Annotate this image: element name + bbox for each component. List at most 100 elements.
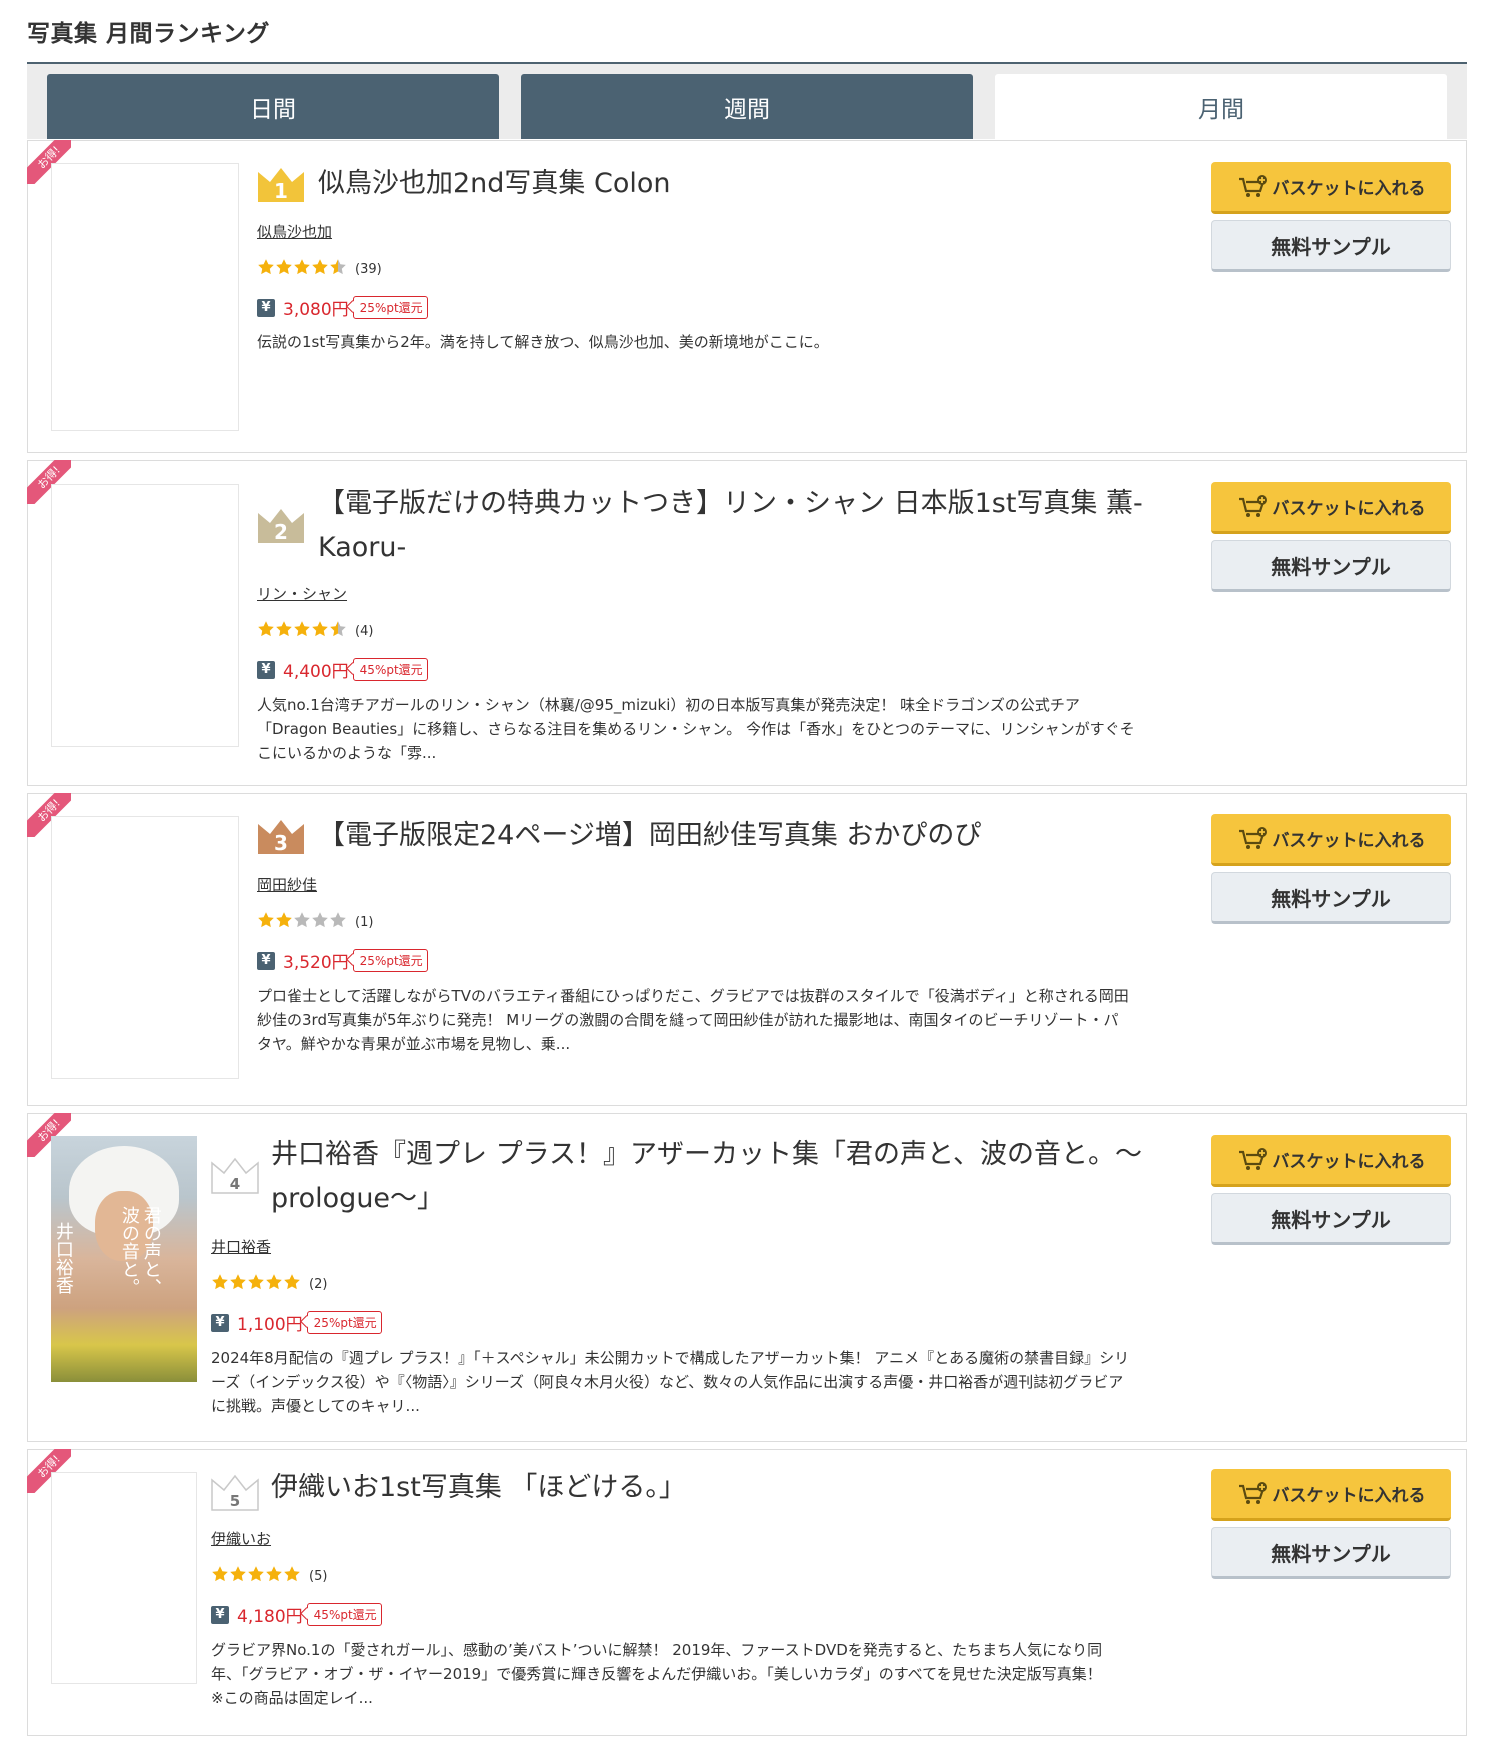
ranking-item: お得! 3 【電子版限定24ページ増】岡田紗佳写真集 おかぴのぴ 岡田紗佳 (1… (27, 793, 1467, 1106)
star-icon (266, 1566, 282, 1582)
star-icon (312, 912, 328, 928)
crown-rank-icon: 4 (210, 1155, 260, 1195)
star-icon (276, 621, 292, 637)
cart-plus-icon (1238, 1481, 1267, 1504)
star-icon (284, 1566, 300, 1582)
cart-plus-icon (1238, 174, 1267, 197)
free-sample-button[interactable]: 無料サンプル (1211, 1527, 1451, 1579)
points-badge: 45%pt還元 (352, 658, 428, 681)
item-title[interactable]: 似鳥沙也加2nd写真集 Colon (318, 162, 671, 206)
ranking-item: お得! 1 似鳥沙也加2nd写真集 Colon 似鳥沙也加 (39) ¥ 3,0… (27, 140, 1467, 453)
page-title: 写真集 月間ランキング (27, 21, 270, 47)
star-rating: (5) (211, 1565, 327, 1587)
star-icon (258, 621, 274, 637)
add-to-basket-button[interactable]: バスケットに入れる (1211, 1135, 1451, 1187)
price-row: ¥ 3,520円 25%pt還元 (257, 948, 428, 973)
points-badge: 25%pt還元 (306, 1311, 382, 1334)
yen-icon: ¥ (211, 1313, 229, 1332)
star-icon (294, 259, 310, 275)
author-link[interactable]: リン・シャン (257, 583, 347, 604)
yen-icon: ¥ (211, 1605, 229, 1624)
item-description: グラビア界No.1の「愛されガール」、感動の’美バスト’ついに解禁！ 2019年… (211, 1641, 1103, 1707)
cover-image[interactable] (51, 484, 239, 747)
star-icon (258, 912, 274, 928)
ranking-item: お得! 5 伊織いお1st写真集 「ほどける。」 伊織いお (5) ¥ 4,18… (27, 1449, 1467, 1736)
add-to-basket-button[interactable]: バスケットに入れる (1211, 1469, 1451, 1521)
star-icon (276, 912, 292, 928)
tab-daily[interactable]: 日間 (47, 74, 499, 139)
star-icon (258, 259, 274, 275)
star-icon (294, 621, 310, 637)
star-icon (248, 1274, 264, 1290)
yen-icon: ¥ (257, 951, 275, 970)
author-link[interactable]: 似鳥沙也加 (257, 221, 332, 242)
cover-image[interactable] (51, 816, 239, 1079)
item-description: 2024年8月配信の『週プレ プラス！』「＋スペシャル」未公開カットで構成したア… (211, 1349, 1130, 1415)
cover-image[interactable]: 君の声と、 波の音と。 井口裕香 (51, 1136, 197, 1382)
price-row: ¥ 4,180円 45%pt還元 (211, 1602, 382, 1627)
ranking-item: お得! 2 【電子版だけの特典カットつき】リン・シャン 日本版1st写真集 薫-… (27, 460, 1467, 786)
cart-plus-icon (1238, 1147, 1267, 1170)
price: 4,400円 (283, 662, 349, 682)
ranking-item: お得! 君の声と、 波の音と。 井口裕香 4 井口裕香『週プレ プラス！』アザー… (27, 1113, 1467, 1442)
star-rating: (2) (211, 1273, 327, 1295)
points-badge: 45%pt還元 (306, 1603, 382, 1626)
free-sample-button[interactable]: 無料サンプル (1211, 1193, 1451, 1245)
item-title[interactable]: 井口裕香『週プレ プラス！』アザーカット集「君の声と、波の音と。～ prolog… (271, 1133, 1142, 1221)
crown-rank-icon: 5 (210, 1472, 260, 1512)
cart-plus-icon (1238, 494, 1267, 517)
star-icon (230, 1274, 246, 1290)
cover-image[interactable] (51, 163, 239, 431)
add-to-basket-button[interactable]: バスケットに入れる (1211, 814, 1451, 866)
star-icon (284, 1274, 300, 1290)
author-link[interactable]: 井口裕香 (211, 1236, 271, 1257)
item-description: 伝説の1st写真集から2年。満を持して解き放つ、似鳥沙也加、美の新境地がここに。 (257, 333, 829, 351)
crown-rank-icon: 1 (256, 164, 306, 204)
star-icon (312, 259, 328, 275)
star-icon (330, 621, 346, 637)
star-rating: (4) (257, 620, 373, 642)
star-icon (212, 1274, 228, 1290)
crown-rank-icon: 3 (256, 816, 306, 856)
price: 3,080円 (283, 300, 349, 320)
free-sample-button[interactable]: 無料サンプル (1211, 220, 1451, 272)
price: 1,100円 (237, 1315, 303, 1335)
period-tabs: 日間 週間 月間 (27, 64, 1467, 139)
item-description: プロ雀士として活躍しながらTVのバラエティ番組にひっぱりだこ、グラビアでは抜群の… (257, 987, 1129, 1053)
points-badge: 25%pt還元 (352, 296, 428, 319)
free-sample-button[interactable]: 無料サンプル (1211, 540, 1451, 592)
item-description: 人気no.1台湾チアガールのリン・シャン（林襄/@95_mizuki）初の日本版… (257, 696, 1135, 762)
cart-plus-icon (1238, 826, 1267, 849)
star-rating: (1) (257, 911, 373, 933)
item-title[interactable]: 【電子版限定24ページ増】岡田紗佳写真集 おかぴのぴ (318, 814, 981, 858)
author-link[interactable]: 岡田紗佳 (257, 874, 317, 895)
price: 3,520円 (283, 953, 349, 973)
price: 4,180円 (237, 1607, 303, 1627)
star-icon (294, 912, 310, 928)
item-title[interactable]: 伊織いお1st写真集 「ほどける。」 (271, 1466, 686, 1510)
yen-icon: ¥ (257, 660, 275, 679)
add-to-basket-button[interactable]: バスケットに入れる (1211, 482, 1451, 534)
author-link[interactable]: 伊織いお (211, 1528, 271, 1549)
star-icon (266, 1274, 282, 1290)
price-row: ¥ 3,080円 25%pt還元 (257, 295, 428, 320)
star-icon (276, 259, 292, 275)
points-badge: 25%pt還元 (352, 949, 428, 972)
star-icon (230, 1566, 246, 1582)
free-sample-button[interactable]: 無料サンプル (1211, 872, 1451, 924)
yen-icon: ¥ (257, 298, 275, 317)
star-icon (248, 1566, 264, 1582)
cover-image[interactable] (51, 1472, 197, 1684)
tab-weekly[interactable]: 週間 (521, 74, 973, 139)
star-rating: (39) (257, 258, 382, 280)
crown-rank-icon: 2 (256, 505, 306, 545)
star-icon (312, 621, 328, 637)
star-icon (330, 912, 346, 928)
tab-monthly[interactable]: 月間 (995, 74, 1447, 139)
star-icon (212, 1566, 228, 1582)
item-title[interactable]: 【電子版だけの特典カットつき】リン・シャン 日本版1st写真集 薫- Kaoru… (318, 482, 1143, 570)
star-icon (330, 259, 346, 275)
price-row: ¥ 1,100円 25%pt還元 (211, 1310, 382, 1335)
add-to-basket-button[interactable]: バスケットに入れる (1211, 162, 1451, 214)
price-row: ¥ 4,400円 45%pt還元 (257, 657, 428, 682)
